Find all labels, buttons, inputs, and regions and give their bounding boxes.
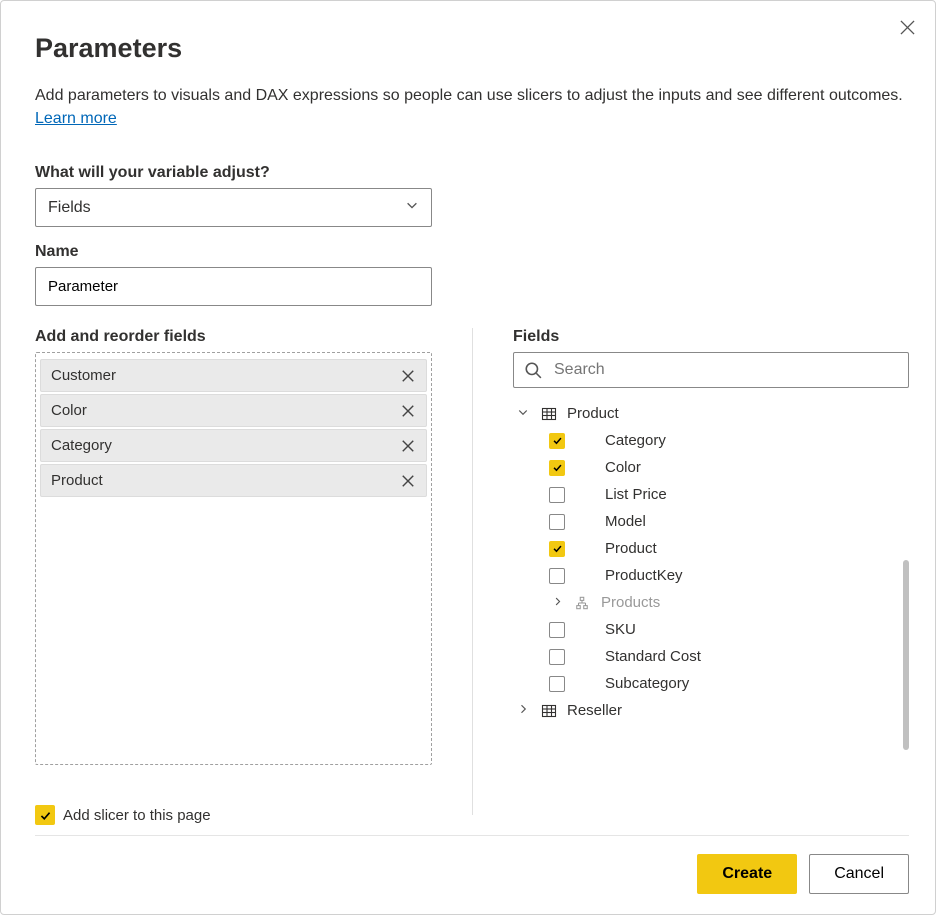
close-icon bbox=[900, 20, 915, 35]
parameters-dialog: Parameters Add parameters to visuals and… bbox=[0, 0, 936, 915]
fields-search[interactable] bbox=[513, 352, 909, 388]
close-button[interactable] bbox=[895, 15, 919, 39]
add-slicer-label: Add slicer to this page bbox=[63, 807, 211, 824]
table-icon bbox=[541, 406, 557, 422]
tree-field-row[interactable]: Model bbox=[513, 508, 893, 535]
close-icon bbox=[401, 404, 415, 418]
table-icon bbox=[541, 703, 557, 719]
fields-tree[interactable]: Product Category Color List Price Model Produ… bbox=[513, 400, 909, 825]
tree-table-row[interactable]: Product bbox=[513, 400, 893, 427]
tree-field-name: ProductKey bbox=[605, 567, 683, 584]
table-icon bbox=[541, 406, 557, 422]
tree-field-row[interactable]: List Price bbox=[513, 481, 893, 508]
tree-field-row[interactable]: Color bbox=[513, 454, 893, 481]
tree-field-name: List Price bbox=[605, 486, 667, 503]
tree-field-name: Category bbox=[605, 432, 666, 449]
tree-field-row[interactable]: Subcategory bbox=[513, 670, 893, 697]
add-slicer-checkbox[interactable] bbox=[35, 805, 55, 825]
remove-chip-button[interactable] bbox=[400, 473, 416, 489]
field-checkbox[interactable] bbox=[549, 541, 565, 557]
field-checkbox[interactable] bbox=[549, 568, 565, 584]
close-icon bbox=[401, 369, 415, 383]
tree-field-name: Subcategory bbox=[605, 675, 689, 692]
tree-field-name: Products bbox=[601, 594, 660, 611]
reorder-chip[interactable]: Product bbox=[40, 464, 427, 497]
scrollbar-thumb[interactable] bbox=[903, 560, 909, 750]
dialog-description: Add parameters to visuals and DAX expres… bbox=[35, 84, 909, 130]
tree-field-name: Model bbox=[605, 513, 646, 530]
table-icon bbox=[541, 703, 557, 719]
adjust-select[interactable]: Fields bbox=[35, 188, 432, 227]
close-icon bbox=[401, 439, 415, 453]
name-label: Name bbox=[35, 243, 909, 261]
tree-field-name: Product bbox=[605, 540, 657, 557]
field-checkbox[interactable] bbox=[549, 514, 565, 530]
remove-chip-button[interactable] bbox=[400, 368, 416, 384]
close-icon bbox=[401, 474, 415, 488]
field-checkbox[interactable] bbox=[549, 460, 565, 476]
reorder-chip[interactable]: Customer bbox=[40, 359, 427, 392]
dialog-footer: Create Cancel bbox=[35, 835, 909, 894]
chevron-right-icon[interactable] bbox=[515, 702, 531, 719]
field-checkbox[interactable] bbox=[549, 622, 565, 638]
reorder-chip-label: Product bbox=[51, 472, 103, 489]
learn-more-link[interactable]: Learn more bbox=[35, 110, 117, 127]
chevron-down-icon[interactable] bbox=[515, 405, 531, 422]
hierarchy-icon bbox=[575, 596, 589, 610]
field-checkbox[interactable] bbox=[549, 487, 565, 503]
tree-field-row[interactable]: Product bbox=[513, 535, 893, 562]
reorder-chip-label: Color bbox=[51, 402, 87, 419]
dialog-title: Parameters bbox=[35, 33, 909, 64]
check-icon bbox=[552, 462, 563, 473]
check-icon bbox=[552, 435, 563, 446]
reorder-chip-label: Category bbox=[51, 437, 112, 454]
tree-field-name: Color bbox=[605, 459, 641, 476]
name-input[interactable] bbox=[35, 267, 432, 306]
column-divider bbox=[472, 328, 473, 815]
adjust-label: What will your variable adjust? bbox=[35, 164, 909, 182]
tree-field-row[interactable]: SKU bbox=[513, 616, 893, 643]
search-icon bbox=[524, 361, 542, 379]
hierarchy-icon bbox=[575, 596, 591, 610]
reorder-chip[interactable]: Color bbox=[40, 394, 427, 427]
tree-field-row[interactable]: Standard Cost bbox=[513, 643, 893, 670]
reorder-chip[interactable]: Category bbox=[40, 429, 427, 462]
tree-field-row[interactable]: Products bbox=[513, 589, 893, 616]
tree-table-name: Product bbox=[567, 405, 619, 422]
tree-table-name: Reseller bbox=[567, 702, 622, 719]
check-icon bbox=[552, 543, 563, 554]
fields-search-input[interactable] bbox=[552, 360, 898, 380]
remove-chip-button[interactable] bbox=[400, 403, 416, 419]
reorder-chip-label: Customer bbox=[51, 367, 116, 384]
fields-label: Fields bbox=[513, 328, 909, 346]
field-checkbox[interactable] bbox=[549, 676, 565, 692]
chevron-right-icon[interactable] bbox=[549, 594, 565, 611]
field-checkbox[interactable] bbox=[549, 433, 565, 449]
remove-chip-button[interactable] bbox=[400, 438, 416, 454]
reorder-well[interactable]: Customer Color Category Product bbox=[35, 352, 432, 765]
chevron-down-icon bbox=[405, 198, 419, 217]
tree-field-row[interactable]: ProductKey bbox=[513, 562, 893, 589]
tree-field-name: Standard Cost bbox=[605, 648, 701, 665]
field-checkbox[interactable] bbox=[549, 649, 565, 665]
cancel-button[interactable]: Cancel bbox=[809, 854, 909, 894]
create-button[interactable]: Create bbox=[697, 854, 797, 894]
tree-table-row[interactable]: Reseller bbox=[513, 697, 893, 724]
check-icon bbox=[39, 809, 52, 822]
adjust-select-value: Fields bbox=[48, 199, 91, 217]
reorder-label: Add and reorder fields bbox=[35, 328, 432, 346]
tree-field-row[interactable]: Category bbox=[513, 427, 893, 454]
dialog-description-text: Add parameters to visuals and DAX expres… bbox=[35, 87, 903, 104]
tree-field-name: SKU bbox=[605, 621, 636, 638]
